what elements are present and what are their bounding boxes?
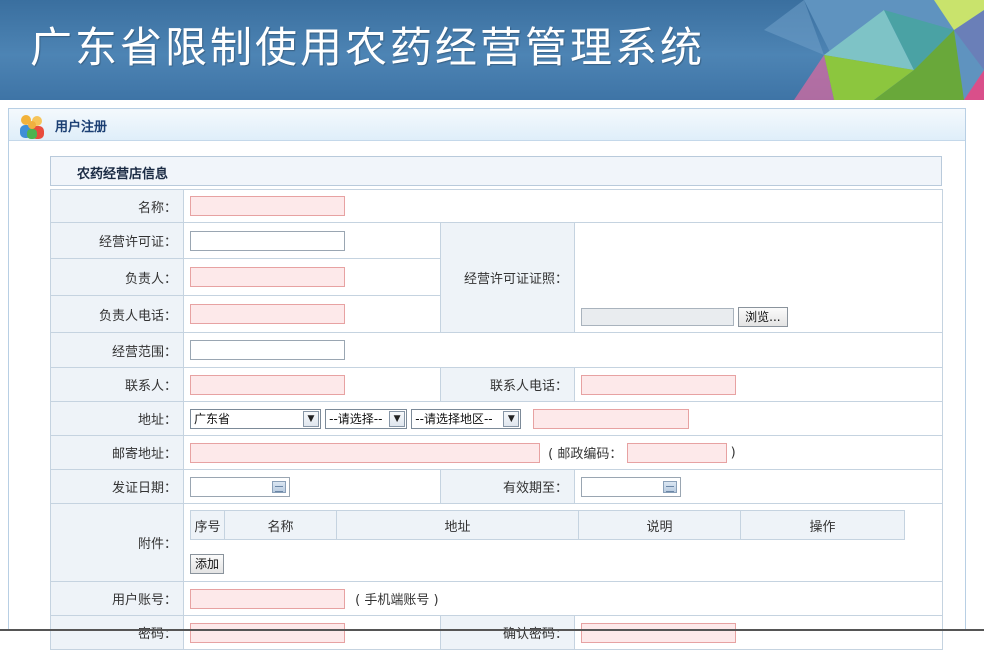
owner-phone-label: 负责人电话： [50, 295, 184, 333]
password-label: 密码： [50, 615, 184, 650]
owner-phone-input[interactable] [190, 304, 345, 324]
form-row: 联系人： 联系人电话： [50, 367, 943, 402]
address-cell: 广东省 ▼ --请选择-- ▼ --请选择地区-- ▼ [183, 401, 943, 436]
license-cell [183, 222, 441, 259]
owner-cell [183, 258, 441, 296]
section-title: 农药经营店信息 [77, 167, 169, 182]
chevron-down-icon: ▼ [303, 410, 319, 427]
shop-info-form: 名称： 经营许可证： 经营许可证证照： 浏览... 负责人： 负责人电话： 经营… [50, 189, 943, 650]
calendar-icon[interactable] [272, 480, 286, 493]
attachment-actions: 添加 [190, 554, 936, 574]
issue-date-label: 发证日期： [50, 469, 184, 504]
password-cell [183, 615, 441, 650]
form-row: 邮寄地址： ( 邮政编码： ) [50, 435, 943, 470]
license-photo-cell: 浏览... [574, 222, 943, 333]
city-value: --请选择-- [329, 411, 383, 426]
postcode-input[interactable] [626, 442, 727, 463]
scope-label: 经营范围： [50, 332, 184, 368]
confirm-password-label: 确认密码： [440, 615, 575, 650]
col-action: 操作 [740, 510, 905, 540]
contact-phone-label: 联系人电话： [440, 367, 575, 402]
attachment-label: 附件： [50, 503, 184, 582]
add-attachment-button[interactable]: 添加 [190, 554, 225, 574]
form-row: 附件： 序号 名称 地址 说明 操作 添加 [50, 503, 943, 582]
province-value: 广东省 [194, 411, 231, 426]
account-hint: ( 手机端账号 ) [355, 593, 439, 608]
district-select[interactable]: --请选择地区-- ▼ [411, 408, 522, 429]
form-row: 名称： [50, 189, 943, 223]
password-input[interactable] [190, 622, 345, 643]
section-header: 农药经营店信息 [50, 156, 942, 186]
attachment-table: 序号 名称 地址 说明 操作 [190, 510, 905, 540]
name-input[interactable] [190, 196, 345, 216]
valid-until-label: 有效期至： [440, 469, 575, 504]
license-label: 经营许可证： [50, 222, 184, 259]
owner-label: 负责人： [50, 258, 184, 296]
license-photo-label: 经营许可证证照： [440, 222, 575, 333]
file-path-field[interactable] [581, 308, 734, 326]
scope-input[interactable] [190, 340, 345, 360]
system-title: 广东省限制使用农药经营管理系统 [30, 23, 706, 72]
browse-button[interactable]: 浏览... [738, 307, 788, 327]
name-label: 名称： [50, 189, 184, 223]
form-row: 经营许可证： 经营许可证证照： 浏览... [50, 222, 943, 333]
panel-title: 用户注册 [55, 120, 108, 135]
issue-date-input[interactable] [190, 476, 290, 497]
account-cell: ( 手机端账号 ) [183, 581, 943, 616]
name-cell [183, 189, 943, 223]
header-banner: 广东省限制使用农药经营管理系统 [0, 0, 984, 100]
calendar-icon[interactable] [663, 480, 677, 493]
mail-address-input[interactable] [190, 442, 540, 463]
district-value: --请选择地区-- [415, 411, 493, 426]
form-row: 用户账号： ( 手机端账号 ) [50, 581, 943, 616]
valid-until-input[interactable] [581, 476, 681, 497]
contact-phone-cell [574, 367, 943, 402]
postcode-close: ) [730, 445, 736, 460]
account-input[interactable] [190, 588, 345, 609]
users-icon [20, 115, 44, 139]
form-row: 地址： 广东省 ▼ --请选择-- ▼ --请选择地区-- ▼ [50, 401, 943, 436]
polygon-logo-art [764, 0, 984, 100]
form-row: 发证日期： 有效期至： [50, 469, 943, 504]
col-index: 序号 [190, 510, 225, 540]
col-address: 地址 [336, 510, 579, 540]
city-select[interactable]: --请选择-- ▼ [325, 408, 408, 429]
issue-date-cell [183, 469, 441, 504]
contact-phone-input[interactable] [581, 374, 736, 395]
contact-input[interactable] [190, 374, 345, 395]
col-description: 说明 [578, 510, 741, 540]
form-row: 密码： 确认密码： [50, 615, 943, 650]
account-label: 用户账号： [50, 581, 184, 616]
confirm-password-input[interactable] [581, 622, 736, 643]
contact-cell [183, 367, 441, 402]
attachment-header-row: 序号 名称 地址 说明 操作 [190, 510, 905, 540]
confirm-password-cell [574, 615, 943, 650]
attachment-cell: 序号 名称 地址 说明 操作 添加 [183, 503, 943, 582]
province-select[interactable]: 广东省 ▼ [190, 408, 321, 429]
col-name: 名称 [224, 510, 337, 540]
mail-address-label: 邮寄地址： [50, 435, 184, 470]
address-detail-input[interactable] [533, 408, 690, 429]
chevron-down-icon: ▼ [389, 410, 406, 427]
license-input[interactable] [190, 230, 345, 251]
form-row: 经营范围： [50, 332, 943, 368]
contact-label: 联系人： [50, 367, 184, 402]
owner-phone-cell [183, 295, 441, 333]
panel-header: 用户注册 [9, 109, 965, 141]
valid-until-cell [574, 469, 943, 504]
mail-address-cell: ( 邮政编码： ) [183, 435, 943, 470]
address-label: 地址： [50, 401, 184, 436]
postcode-label: ( 邮政编码： [548, 447, 623, 462]
chevron-down-icon: ▼ [503, 410, 520, 427]
owner-input[interactable] [190, 267, 345, 287]
scope-cell [183, 332, 943, 368]
